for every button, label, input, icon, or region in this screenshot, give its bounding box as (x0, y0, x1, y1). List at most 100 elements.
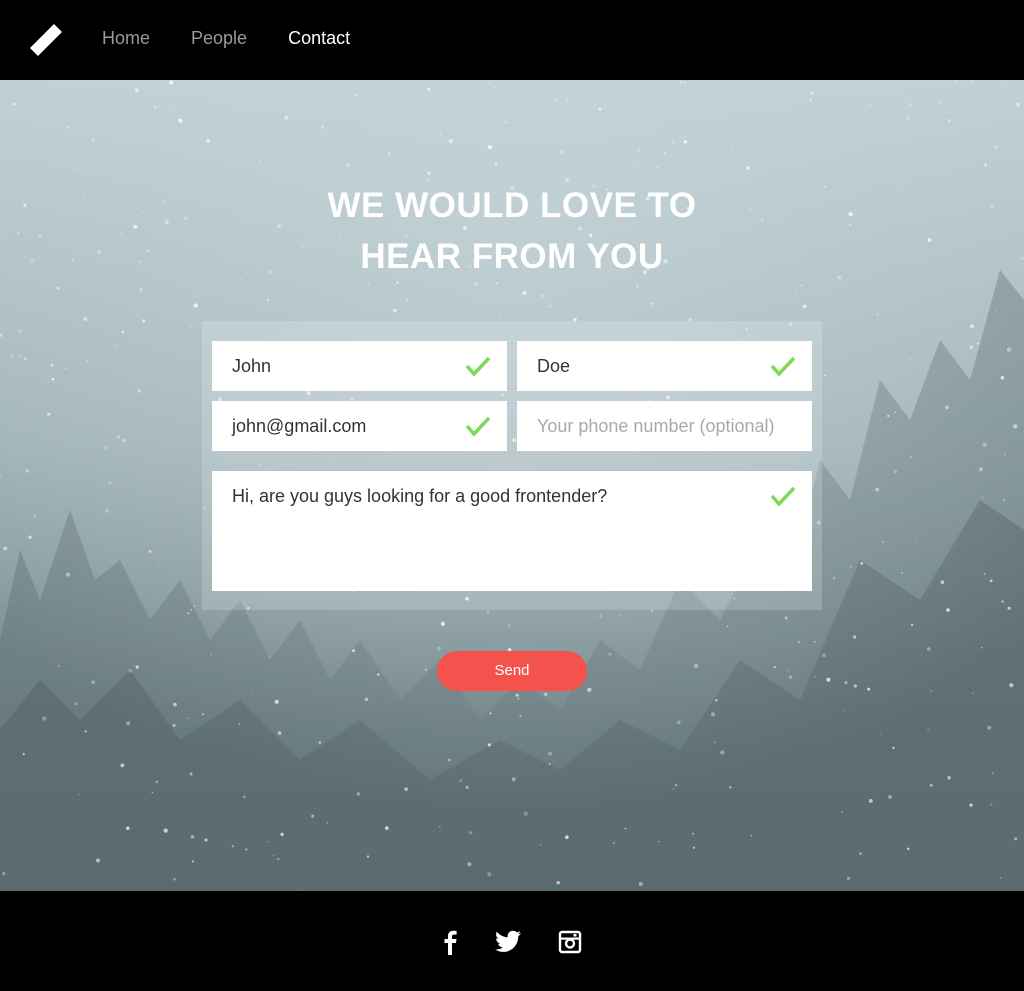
snowflake (905, 116, 910, 120)
snowflake (908, 358, 911, 361)
check-icon (465, 416, 491, 437)
snowflake (139, 287, 143, 292)
snowflake (18, 329, 22, 333)
nav-contact[interactable]: Contact (288, 26, 350, 50)
snowflake (663, 151, 666, 155)
instagram-icon[interactable] (558, 929, 582, 955)
snowflake (548, 763, 551, 766)
snowflake (86, 359, 89, 362)
snowflake (638, 882, 643, 887)
snowflake (189, 772, 193, 776)
snowflake (83, 317, 88, 321)
snowflake (993, 145, 998, 150)
snowflake (206, 138, 211, 143)
phone-placeholder: Your phone number (optional) (537, 416, 775, 436)
twitter-icon[interactable] (494, 929, 522, 955)
snowflake (683, 140, 688, 144)
snowflake (729, 786, 732, 789)
snowflake (637, 148, 641, 152)
facebook-icon[interactable] (440, 929, 460, 955)
snowflake (141, 319, 146, 323)
snowflake (732, 146, 734, 149)
check-icon (465, 356, 491, 377)
snowflake (694, 663, 699, 668)
snowflake (515, 693, 519, 697)
snowflake (994, 345, 997, 348)
snowflake (28, 535, 32, 539)
snowflake (773, 665, 776, 669)
last-name-field[interactable]: Doe (517, 341, 812, 391)
snowflake (65, 572, 70, 577)
snowflake (128, 668, 133, 673)
nav-home[interactable]: Home (102, 26, 150, 50)
snowflake (517, 697, 520, 700)
snowflake (356, 792, 361, 796)
snowflake (1016, 102, 1020, 107)
snowflake (860, 562, 864, 565)
snowflake (66, 126, 69, 129)
first-name-field[interactable]: John (212, 341, 507, 391)
snowflake (803, 304, 807, 308)
snowflake (105, 508, 110, 513)
snowflake (153, 105, 157, 109)
snowflake (608, 652, 612, 656)
snowflake (692, 832, 694, 835)
snowflake (439, 133, 442, 136)
send-button[interactable]: Send (437, 651, 587, 691)
snowflake (337, 101, 340, 103)
snowflake (523, 811, 528, 816)
snowflake (635, 285, 639, 288)
snowflake (1013, 424, 1018, 429)
snowflake (540, 844, 542, 846)
phone-field[interactable]: Your phone number (optional) (517, 401, 812, 451)
snowflake (994, 310, 997, 313)
snowflake (116, 435, 120, 439)
snowflake (1014, 837, 1018, 841)
snowflake (121, 438, 126, 443)
snowflake (187, 717, 189, 719)
snowflake (940, 580, 945, 585)
snowflake (135, 88, 139, 93)
snowflake (259, 159, 261, 162)
message-field[interactable]: Hi, are you guys looking for a good fron… (212, 471, 812, 591)
snowflake (487, 743, 491, 747)
page-title: WE WOULD LOVE TO HEAR FROM YOU (0, 180, 1024, 282)
snowflake (504, 121, 507, 124)
snowflake (906, 847, 910, 851)
snowflake (832, 576, 836, 580)
snowflake (822, 653, 826, 658)
snowflake (955, 80, 958, 84)
snowflake (231, 845, 234, 848)
snowflake (284, 115, 289, 120)
snowflake (910, 623, 914, 627)
snowflake (172, 723, 176, 728)
snowflake (377, 673, 380, 676)
snowflake (346, 163, 350, 167)
snowflake (274, 699, 279, 704)
snowflake (355, 93, 358, 96)
snowflake (787, 669, 790, 672)
snowflake (204, 838, 208, 842)
email-field[interactable]: john@gmail.com (212, 401, 507, 451)
snowflake (1007, 606, 1011, 610)
snowflake (352, 649, 356, 653)
snowflake (320, 125, 325, 129)
snowflake (554, 99, 557, 101)
nav-people[interactable]: People (191, 26, 247, 50)
snowflake (548, 751, 552, 756)
snowflake (277, 857, 280, 861)
snowflake (875, 487, 879, 492)
snowflake (842, 710, 845, 712)
first-name-value: John (232, 356, 272, 376)
snowflake (565, 835, 569, 839)
snowflake (658, 840, 660, 843)
snowflake (508, 624, 511, 627)
snowflake (384, 826, 389, 830)
snowflake (202, 713, 205, 716)
snowflake (173, 702, 177, 707)
pencil-logo-icon[interactable] (28, 24, 64, 58)
snowflake (126, 721, 131, 726)
snowflake (711, 712, 715, 717)
snowflake (191, 860, 194, 863)
snowflake (467, 862, 472, 867)
